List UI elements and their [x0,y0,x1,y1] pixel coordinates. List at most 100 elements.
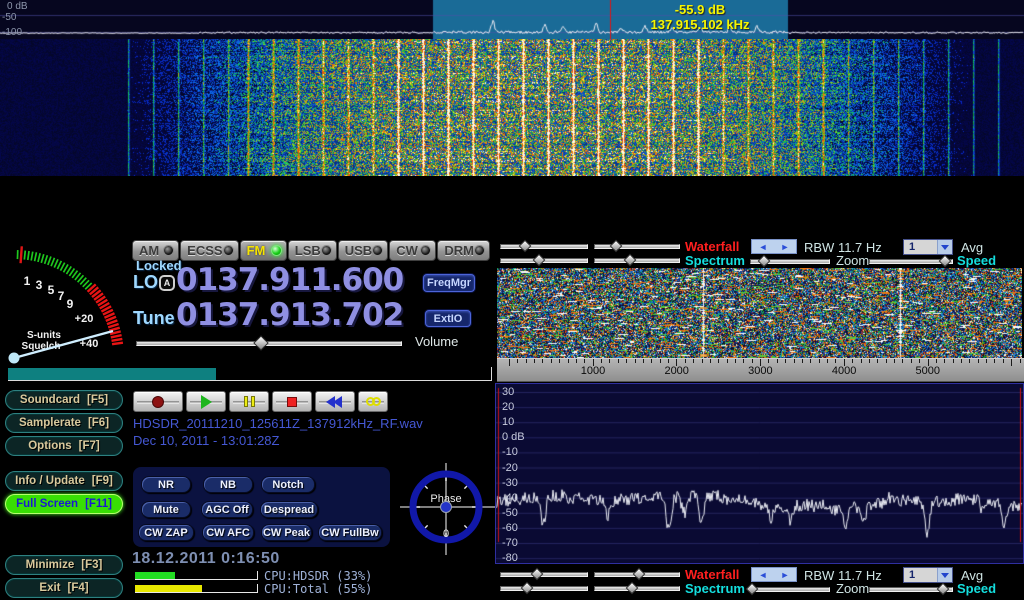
rf-db-label-0: 0 dB [7,1,28,12]
cw-peak-button[interactable]: CW Peak [261,524,312,541]
samplerate-button[interactable]: Samplerate [F6] [5,413,123,433]
mode-usb-button[interactable]: USB [338,240,388,261]
mode-ecss-button[interactable]: ECSS [180,240,238,261]
zoom-slider[interactable] [750,256,830,267]
waterfall-upper-slider-2[interactable] [500,569,588,580]
mode-fm-button[interactable]: FM [240,240,287,261]
playback-progress-fill [8,368,216,380]
exit-button[interactable]: Exit [F4] [5,578,123,598]
audio-db-label: 30 [502,386,514,398]
rf-db-label-100: -100 [2,27,22,38]
nr-button[interactable]: NR [141,476,191,493]
s-meter: 1 3 5 7 9 +20 +40 S-units Squelch [0,240,127,374]
avg-combo-arrow-icon-2[interactable] [937,568,952,582]
volume-slider-track[interactable] [136,341,402,346]
mode-am-led-icon [163,245,174,256]
mode-drm-button[interactable]: DRM [437,240,490,261]
options-button[interactable]: Options [F7] [5,436,123,456]
soundcard-button[interactable]: Soundcard [F5] [5,390,123,410]
notch-button[interactable]: Notch [261,476,315,493]
zoom-slider-2[interactable] [750,584,830,595]
mode-drm-label: DRM [444,243,474,258]
clock-display: 18.12.2011 0:16:50 [132,550,280,568]
avg-combo-2[interactable]: 1 [903,567,953,583]
mode-cw-label: CW [396,243,418,258]
locked-indicator: Locked [136,258,182,273]
mode-cw-button[interactable]: CW [389,240,436,261]
stop-button[interactable] [272,391,312,412]
nb-button[interactable]: NB [203,476,253,493]
spectrum-label: Spectrum [685,253,745,268]
s-meter-label-1: 1 [24,274,31,288]
minimize-label: Minimize [26,559,75,571]
band-left-arrow-icon-2[interactable]: ◄ [759,570,768,580]
exit-key: [F4] [68,582,89,594]
extio-button[interactable]: ExtIO [425,310,471,327]
audio-frequency-scale[interactable]: 10002000300040005000 [497,358,1024,382]
cw-afc-button[interactable]: CW AFC [202,524,254,541]
waterfall-lower-slider-2[interactable] [594,569,680,580]
zoom-label-2: Zoom [836,581,869,596]
band-arrows[interactable]: ◄ ► [751,239,797,254]
samplerate-key: [F6] [88,417,109,429]
mute-button[interactable]: Mute [141,501,191,518]
mode-am-label: AM [139,243,159,258]
despread-button[interactable]: Despread [260,501,318,518]
speed-slider-2[interactable] [869,584,953,595]
spectrum-lower-slider-2[interactable] [594,583,680,594]
auto-lo-badge[interactable]: A [159,275,175,291]
speed-slider[interactable] [869,256,953,267]
tune-frequency-display[interactable]: 0137.913.702 [176,297,403,333]
audio-spectrum-display[interactable]: 3020100 dB-10-20-30-40-50-60-70-80 [495,383,1024,564]
squelch-marker[interactable] [21,246,22,263]
mode-lsb-button[interactable]: LSB [288,240,337,261]
stop-icon [287,397,297,407]
loop-icon [366,397,381,406]
rf-spectrum-display[interactable]: 0 dB -50 -100 -55.9 dB 137.915.102 kHz [0,0,1024,39]
band-arrows-2[interactable]: ◄ ► [751,567,797,582]
minimize-button[interactable]: Minimize [F3] [5,555,123,575]
soundcard-label: Soundcard [20,394,80,406]
audio-display-controls-bottom: Waterfall ◄ ► RBW 11.7 Hz 1 Avg Spectrum… [495,566,1024,596]
cw-zap-button[interactable]: CW ZAP [138,524,194,541]
mode-lsb-led-icon [321,245,332,256]
band-right-arrow-icon[interactable]: ► [781,242,790,252]
lo-frequency-display[interactable]: 0137.911.600 [176,262,403,298]
band-left-arrow-icon[interactable]: ◄ [759,242,768,252]
avg-combo[interactable]: 1 [903,239,953,255]
s-meter-label-5: 5 [48,283,55,297]
freqmgr-button[interactable]: FreqMgr [423,274,475,292]
record-icon [152,396,164,408]
play-icon [201,395,212,409]
waterfall-upper-slider[interactable] [500,241,588,252]
volume-slider[interactable] [136,338,402,350]
loop-button[interactable] [358,391,388,412]
audio-db-label: -50 [502,507,518,519]
audio-spectrum-canvas [496,384,1023,563]
audio-waterfall-display[interactable] [497,268,1022,358]
waterfall-label: Waterfall [685,239,739,254]
volume-slider-thumb[interactable] [253,335,269,351]
spectrum-lower-slider[interactable] [594,255,680,266]
record-button[interactable] [133,391,183,412]
audio-db-label: -30 [502,477,518,489]
info-update-button[interactable]: Info / Update [F9] [5,471,123,491]
pause-button[interactable] [229,391,269,412]
spectrum-upper-slider[interactable] [500,255,588,266]
agc-button[interactable]: AGC Off [201,501,253,518]
band-right-arrow-icon-2[interactable]: ► [781,570,790,580]
playback-progress-track[interactable] [8,367,492,381]
s-meter-needle-pivot [9,353,20,364]
audio-scale-label: 1000 [581,365,605,377]
waterfall-lower-slider[interactable] [594,241,680,252]
avg-combo-arrow-icon[interactable] [937,240,952,254]
fullscreen-button[interactable]: Full Screen [F11] [5,494,123,514]
audio-display-controls-top: Waterfall ◄ ► RBW 11.7 Hz 1 Avg Spectrum… [495,238,1024,268]
play-button[interactable] [186,391,226,412]
audio-db-label: 10 [502,416,514,428]
rewind-button[interactable] [315,391,355,412]
audio-db-label: -40 [502,492,518,504]
cw-fullbw-button[interactable]: CW FullBw [318,524,382,541]
spectrum-upper-slider-2[interactable] [500,583,588,594]
avg-combo-value-2: 1 [904,568,937,582]
